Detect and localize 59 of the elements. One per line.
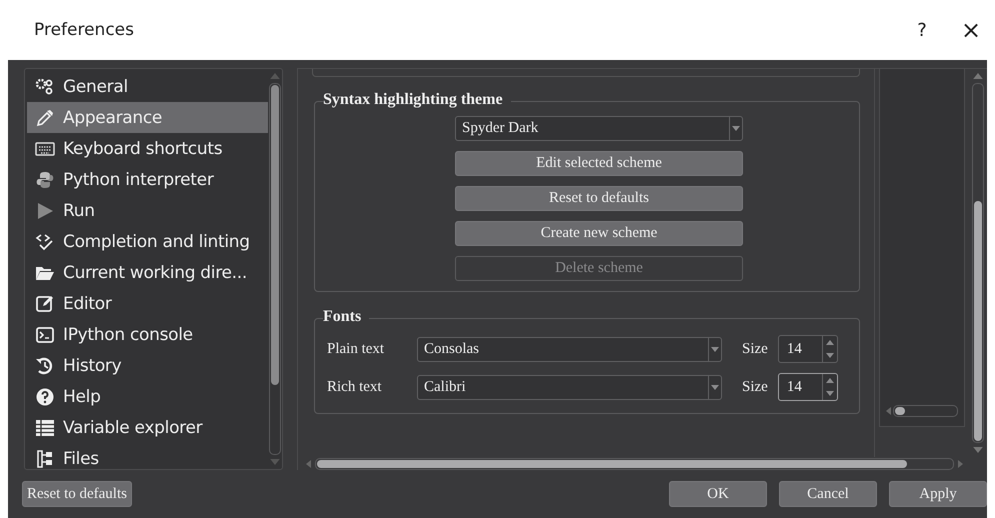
play-icon	[35, 200, 55, 220]
field-label: Size	[742, 340, 768, 358]
scrollbar[interactable]	[972, 83, 984, 443]
sidebar-item[interactable]: History	[27, 350, 268, 381]
sidebar-item[interactable]: Editor	[27, 288, 268, 319]
sidebar-item[interactable]: General	[27, 71, 268, 102]
size-spinbox[interactable]: 14	[778, 335, 838, 363]
scrollbar[interactable]	[893, 405, 958, 417]
sidebar-item[interactable]: Appearance	[27, 102, 268, 133]
help-button[interactable]: ?	[897, 20, 947, 40]
dialog-button[interactable]: Apply	[889, 481, 987, 507]
scheme-button[interactable]: Create new scheme	[455, 221, 743, 246]
dialog-button[interactable]: OK	[669, 481, 767, 507]
group-title: Syntax highlighting theme	[323, 91, 511, 109]
reset-button[interactable]: Reset to defaults	[22, 481, 132, 507]
scroll-left-icon[interactable]	[306, 460, 311, 468]
python-icon	[35, 170, 55, 190]
sidebar-item[interactable]: IPython console	[27, 319, 268, 350]
sidebar-item[interactable]: Python interpreter	[27, 164, 268, 195]
files-icon	[35, 448, 55, 468]
size-spinbox[interactable]: 14	[778, 373, 838, 401]
scheme-dropdown[interactable]: Spyder Dark	[455, 116, 743, 141]
field-label: Size	[742, 378, 768, 396]
sidebar-item[interactable]: Completion and linting	[27, 226, 268, 257]
history-icon	[35, 356, 55, 376]
sidebar-item[interactable]: Help	[27, 381, 268, 412]
help-icon	[35, 386, 55, 406]
down-arrow-icon[interactable]	[826, 353, 834, 358]
table-icon	[35, 418, 55, 438]
font-dropdown[interactable]: Consolas	[417, 336, 722, 362]
scrollbar[interactable]	[269, 83, 281, 455]
scroll-down-icon[interactable]	[973, 447, 983, 453]
sidebar-item[interactable]: Run	[27, 195, 268, 226]
close-button[interactable]: ×	[947, 16, 995, 44]
font-dropdown[interactable]: Calibri	[417, 374, 722, 400]
field-label: Rich text	[327, 378, 383, 396]
gears-icon	[35, 76, 55, 96]
scroll-up-icon[interactable]	[973, 73, 983, 79]
scheme-button[interactable]: Edit selected scheme	[455, 151, 743, 176]
terminal-icon	[35, 324, 55, 344]
code-icon	[35, 232, 55, 252]
down-arrow-icon[interactable]	[826, 391, 834, 396]
scrollbar[interactable]	[315, 458, 954, 470]
sidebar-item[interactable]: Keyboard shortcuts	[27, 133, 268, 164]
dialog-button[interactable]: Cancel	[779, 481, 877, 507]
window-title: Preferences	[34, 20, 135, 40]
edit-icon	[35, 294, 55, 314]
caret-icon[interactable]	[711, 384, 719, 390]
up-arrow-icon[interactable]	[826, 378, 834, 383]
sidebar-item[interactable]: Current working dire...	[27, 257, 268, 288]
scroll-right-icon[interactable]	[958, 460, 963, 468]
sidebar-item[interactable]: Files	[27, 443, 268, 474]
field-label: Plain text	[327, 340, 386, 358]
scroll-left-icon[interactable]	[886, 407, 891, 415]
sidebar-item[interactable]: Variable explorer	[27, 412, 268, 443]
up-arrow-icon[interactable]	[826, 340, 834, 345]
scheme-button[interactable]: Reset to defaults	[455, 186, 743, 211]
caret-icon[interactable]	[732, 126, 740, 131]
caret-icon[interactable]	[711, 346, 719, 352]
